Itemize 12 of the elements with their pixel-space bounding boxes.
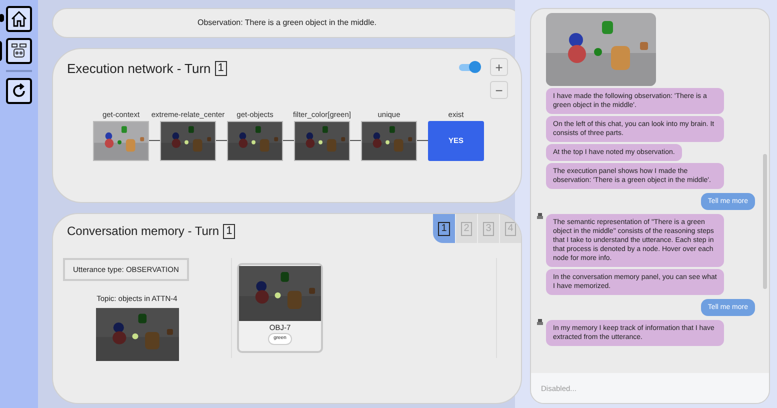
zoom-in-button[interactable]: + (490, 58, 508, 76)
panel-title: Conversation memory - Turn (67, 223, 220, 240)
turn-tab[interactable]: 1 (433, 214, 455, 243)
refresh-icon[interactable] (6, 78, 32, 104)
zoom-out-button[interactable]: − (490, 81, 508, 99)
turn-number: 1 (214, 61, 227, 76)
observation-text: Observation: There is a green object in the middle. (197, 17, 377, 29)
turn-number: 1 (223, 224, 236, 238)
home-icon[interactable] (6, 6, 32, 32)
scrollbar-thumb[interactable] (763, 154, 767, 289)
panel-title: Execution network - Turn (67, 60, 211, 78)
toggle-switch[interactable] (459, 61, 479, 73)
